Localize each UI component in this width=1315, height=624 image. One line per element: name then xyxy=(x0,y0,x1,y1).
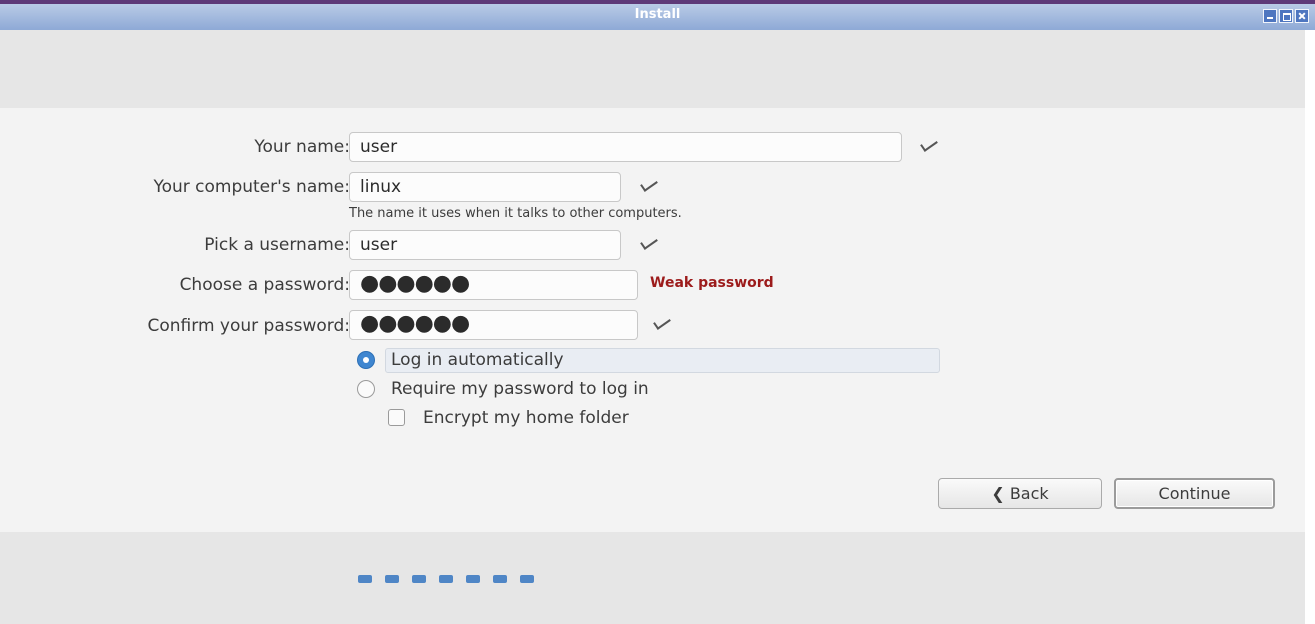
window-titlebar[interactable]: Install xyxy=(0,0,1315,30)
minimize-icon[interactable] xyxy=(1263,9,1277,23)
window-title: Install xyxy=(634,7,681,22)
continue-button[interactable]: Continue xyxy=(1114,478,1275,509)
require-password-radio[interactable] xyxy=(357,380,375,398)
progress-step-dot xyxy=(412,575,426,583)
password-label: Choose a password: xyxy=(179,275,350,295)
encrypt-home-checkbox[interactable] xyxy=(388,409,405,426)
progress-step-dot xyxy=(520,575,534,583)
auto-login-radio[interactable] xyxy=(357,351,375,369)
encrypt-home-label[interactable]: Encrypt my home folder xyxy=(423,408,629,428)
close-icon[interactable] xyxy=(1295,9,1309,23)
back-button[interactable]: ❮ Back xyxy=(938,478,1102,509)
confirm-password-label: Confirm your password: xyxy=(147,316,350,336)
require-password-label[interactable]: Require my password to log in xyxy=(391,379,649,399)
header-band xyxy=(0,30,1315,108)
confirm-password-input[interactable] xyxy=(349,310,638,340)
footer-band xyxy=(0,532,1305,624)
computer-name-input[interactable] xyxy=(349,172,621,202)
username-input[interactable] xyxy=(349,230,621,260)
name-input[interactable] xyxy=(349,132,902,162)
password-strength-text: Weak password xyxy=(650,275,774,291)
progress-step-dot xyxy=(466,575,480,583)
auto-login-label[interactable]: Log in automatically xyxy=(391,350,564,370)
computer-name-label: Your computer's name: xyxy=(153,177,350,197)
progress-step-dot xyxy=(358,575,372,583)
progress-steps xyxy=(358,575,534,583)
progress-step-dot xyxy=(493,575,507,583)
window-controls xyxy=(1263,9,1309,23)
maximize-icon[interactable] xyxy=(1279,9,1293,23)
progress-step-dot xyxy=(385,575,399,583)
username-label: Pick a username: xyxy=(204,235,350,255)
window-edge xyxy=(1305,30,1315,624)
password-input[interactable] xyxy=(349,270,638,300)
progress-step-dot xyxy=(439,575,453,583)
name-label: Your name: xyxy=(254,137,350,157)
computer-name-hint: The name it uses when it talks to other … xyxy=(349,206,682,221)
